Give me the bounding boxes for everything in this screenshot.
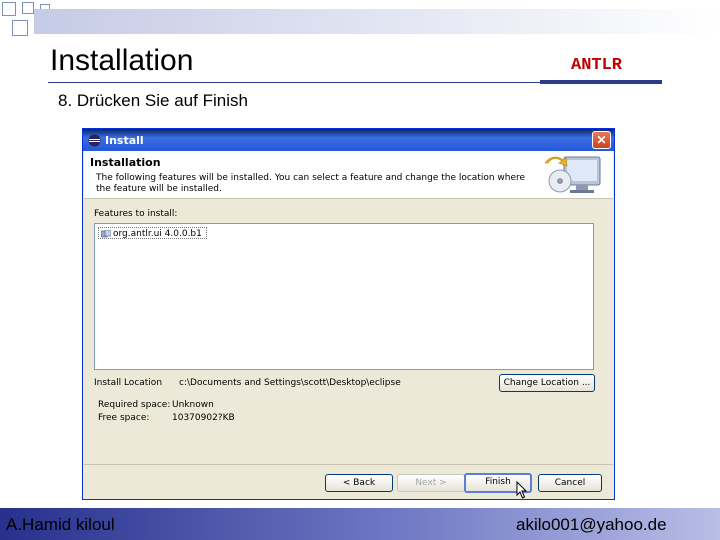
required-space-label: Required space: [98,400,171,410]
button-separator [84,464,613,465]
header-title: Installation [90,156,161,169]
feature-item[interactable]: org.antlr.ui 4.0.0.b1 [98,227,207,239]
step-instruction: 8. Drücken Sie auf Finish [58,91,248,110]
features-label: Features to install: [94,209,178,219]
slide-footer: A.Hamid kiloul akilo001@yahoo.de [0,508,720,540]
slide-tag: ANTLR [571,56,623,75]
install-dialog: Install ✕ Installation The following fea… [82,128,615,500]
dialog-titlebar[interactable]: Install ✕ [83,129,614,151]
feature-item-label: org.antlr.ui 4.0.0.b1 [113,229,202,239]
install-location-label: Install Location [94,378,163,388]
header-description: The following features will be installed… [96,173,526,194]
footer-email: akilo001@yahoo.de [516,515,667,534]
close-button[interactable]: ✕ [592,131,611,149]
dialog-title: Install [105,134,144,147]
cancel-button[interactable]: Cancel [538,474,602,492]
next-button[interactable]: Next > [397,474,465,492]
free-space-label: Free space: [98,413,150,423]
feature-plugin-icon [101,230,111,238]
dialog-header: Installation The following features will… [84,151,613,199]
mouse-pointer-icon [516,481,528,499]
free-space-value: 10370902?KB [172,413,235,423]
footer-author: A.Hamid kiloul [6,515,115,534]
install-monitor-icon [544,156,601,193]
slide-decoration [0,0,720,44]
eclipse-icon [88,134,101,147]
title-rule [48,82,540,83]
tag-rule [540,80,662,84]
required-space-value: Unknown [172,400,214,410]
close-icon: ✕ [596,133,607,147]
back-button[interactable]: < Back [325,474,393,492]
features-list[interactable]: org.antlr.ui 4.0.0.b1 [94,223,594,370]
change-location-button[interactable]: Change Location ... [499,374,595,392]
install-location-value: c:\Documents and Settings\scott\Desktop\… [179,378,401,388]
slide-title: Installation [50,44,194,77]
